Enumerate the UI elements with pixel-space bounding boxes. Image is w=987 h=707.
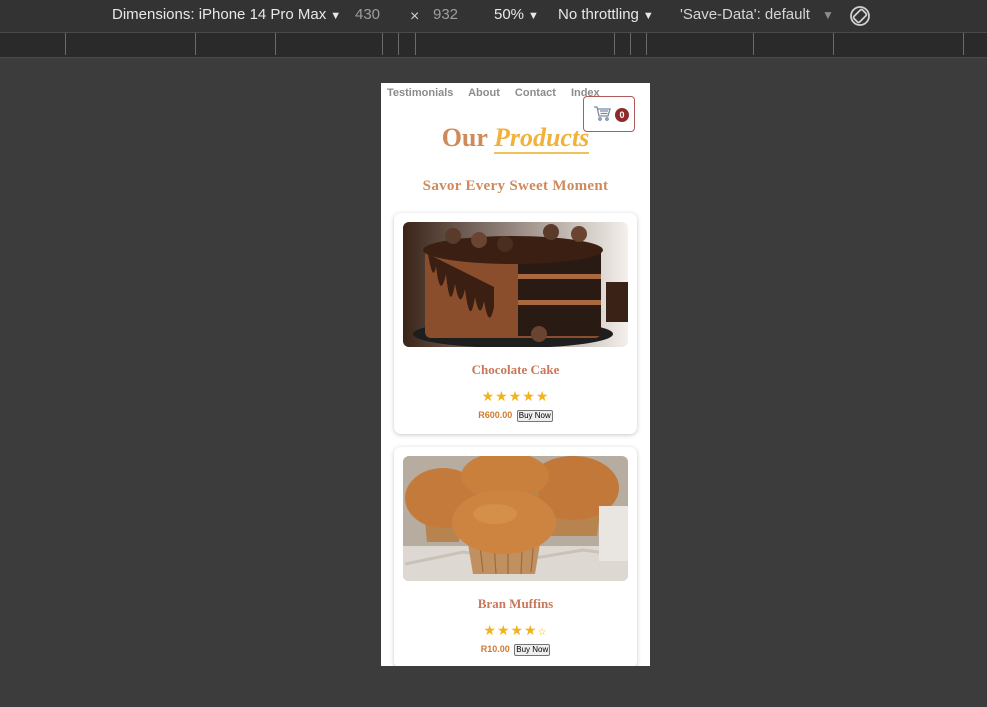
page-title: Our Products [381,123,650,154]
ruler-tick [614,33,615,55]
nav-link-contact[interactable]: Contact [515,87,556,99]
nav-bar: Testimonials About Contact Index [387,87,612,99]
caret-down-icon: ▼ [528,10,539,22]
filled-stars: ★★★★ [483,622,538,638]
ruler-tick [630,33,631,55]
device-viewport: Testimonials About Contact Index 0 Our P… [381,83,650,666]
ruler-tick [398,33,399,55]
ruler-tick [646,33,647,55]
caret-down-icon: ▼ [330,10,342,22]
dimensions-dropdown[interactable]: Dimensions: iPhone 14 Pro Max ▼ [112,6,341,23]
save-data-dropdown[interactable]: 'Save-Data': default [680,6,810,23]
caret-down-icon: ▼ [642,10,654,22]
nav-link-testimonials[interactable]: Testimonials [387,87,453,99]
product-name: Chocolate Cake [471,362,560,377]
ruler-tick [963,33,964,55]
page-subtitle: Savor Every Sweet Moment [422,178,609,194]
star-rating: ★★★★☆ [394,622,637,639]
zoom-dropdown[interactable]: 50% ▼ [494,6,539,23]
media-query-ruler [0,33,987,58]
nav-link-about[interactable]: About [468,87,500,99]
price-row: R600.00 Buy Now [394,410,637,422]
times-label: × [410,8,420,25]
dimensions-label: Dimensions: iPhone 14 Pro Max [112,6,327,23]
product-card: Bran Muffins ★★★★☆ R10.00 Buy Now [394,447,637,666]
devtools-device-toolbar: Dimensions: iPhone 14 Pro Max ▼ 430 × 932… [0,0,987,33]
width-input[interactable]: 430 [355,6,380,23]
cart-icon [594,106,611,121]
ruler-tick [753,33,754,55]
zoom-label: 50% [494,6,525,23]
throttling-dropdown[interactable]: No throttling ▼ [558,6,654,23]
product-price: R600.00 [478,410,513,420]
buy-now-button[interactable]: Buy Now [516,410,553,422]
ruler-tick [275,33,276,55]
star-rating: ★★★★★ [481,388,550,404]
product-name: Bran Muffins [477,596,554,611]
title-our: Our [441,123,488,152]
ruler-tick [382,33,383,55]
title-products: Products [493,123,590,154]
cart-count-badge: 0 [615,108,629,122]
ruler-tick [195,33,196,55]
ruler-tick [65,33,66,55]
ruler-tick [833,33,834,55]
chocolate-cake-image [403,222,628,347]
buy-now-button[interactable]: Buy Now [514,644,551,656]
ruler-tick [415,33,416,55]
bran-muffins-image [403,456,628,581]
rotate-icon[interactable] [848,4,872,32]
product-price: R10.00 [480,644,510,654]
price-row: R10.00 Buy Now [394,644,637,656]
caret-down-icon[interactable]: ▼ [822,8,834,22]
empty-star-icon: ☆ [537,627,548,638]
height-input[interactable]: 932 [433,6,458,23]
throttling-label: No throttling [558,6,639,23]
product-card: Chocolate Cake ★★★★★ R600.00 Buy Now [394,213,637,434]
